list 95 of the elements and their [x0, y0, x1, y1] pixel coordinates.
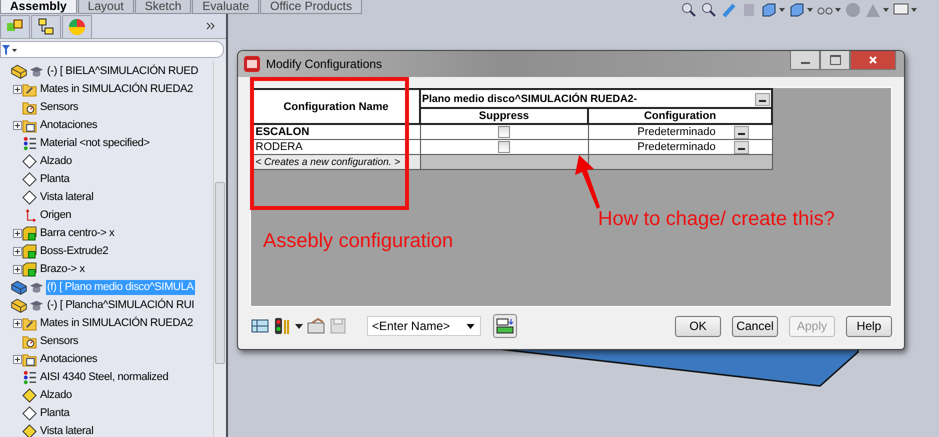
suppress-checkbox[interactable]	[498, 141, 510, 154]
tree-item[interactable]: Anotaciones	[39, 118, 98, 132]
tree-item[interactable]: Mates in SIMULACIÓN RUEDA2	[39, 82, 194, 96]
tree-item[interactable]: (-) [ BIELA^SIMULACIÓN RUED	[46, 64, 200, 78]
plane-icon	[22, 190, 37, 204]
scrollbar[interactable]	[213, 62, 226, 437]
plane-icon	[22, 424, 37, 437]
expand-icon[interactable]	[12, 228, 22, 238]
close-icon	[868, 55, 878, 65]
tree-item[interactable]: Barra centro-> x	[39, 226, 116, 240]
configuration-dropdown[interactable]: Predeterminado	[588, 124, 772, 140]
plane-icon	[22, 406, 37, 420]
tree-item[interactable]: Material <not specified>	[39, 136, 151, 150]
caret-icon[interactable]	[295, 324, 303, 328]
table-icon[interactable]	[251, 317, 269, 335]
expand-icon[interactable]	[12, 246, 22, 256]
suppress-checkbox[interactable]	[498, 126, 510, 138]
feature-icon	[22, 244, 37, 258]
column-header: Suppress	[420, 108, 588, 124]
tree-item[interactable]: Alzado	[39, 388, 73, 402]
tree-item[interactable]: Sensors	[39, 334, 80, 348]
tree-item[interactable]: Brazo-> x	[39, 262, 86, 276]
column-header: Configuration	[588, 108, 772, 124]
filter-field[interactable]	[0, 41, 224, 58]
folder-icon	[22, 82, 37, 96]
folder-icon	[22, 334, 37, 348]
material-icon	[22, 136, 37, 150]
traffic-light-icon[interactable]	[273, 317, 291, 335]
dialog-button[interactable]: Help	[846, 316, 892, 336]
configuration-name[interactable]: ESCALON	[252, 124, 420, 140]
column-header: Configuration Name	[252, 89, 420, 124]
expand-icon[interactable]	[12, 264, 22, 274]
tree-item[interactable]: Origen	[39, 208, 72, 222]
cube-icon[interactable]	[761, 2, 777, 18]
tree-item[interactable]: Planta	[39, 406, 70, 420]
close-button[interactable]	[850, 51, 896, 70]
app-icon	[244, 56, 260, 72]
folder-icon	[22, 100, 37, 114]
feature-icon	[22, 226, 37, 240]
plane-icon	[22, 154, 37, 168]
zoom-icon[interactable]	[701, 2, 717, 18]
plane-icon	[22, 172, 37, 186]
command-tab[interactable]: Assembly	[0, 0, 77, 14]
feature-icon	[22, 262, 37, 276]
dialog-button[interactable]: Cancel	[732, 316, 778, 336]
table-button[interactable]	[493, 314, 517, 338]
tree-item[interactable]: Vista lateral	[39, 424, 94, 437]
material-icon	[22, 370, 37, 384]
tree-item[interactable]: Alzado	[39, 154, 73, 168]
part-icon	[10, 63, 28, 79]
folder-icon	[22, 316, 37, 330]
tree-item[interactable]: Vista lateral	[39, 190, 94, 204]
name-combo[interactable]: <Enter Name>	[367, 316, 481, 336]
annotation-text: Assebly configuration	[263, 230, 454, 253]
part-icon	[10, 297, 28, 313]
command-tab[interactable]: Evaluate	[192, 0, 260, 14]
annotation-text: How to chage/ create this?	[598, 208, 835, 231]
tree-item[interactable]: (-) [ Plancha^SIMULACIÓN RUI	[46, 298, 196, 312]
cube-icon[interactable]	[789, 2, 805, 18]
maximize-button[interactable]	[820, 51, 850, 70]
filter-icon	[2, 44, 18, 56]
hierarchy-icon[interactable]	[31, 15, 61, 38]
tree-item[interactable]: Sensors	[39, 100, 80, 114]
tree-item[interactable]: Anotaciones	[39, 352, 98, 366]
tree-item[interactable]: Planta	[39, 172, 70, 186]
caret-icon[interactable]	[883, 8, 889, 12]
part-icon	[10, 279, 28, 295]
dialog-button[interactable]: OK	[675, 316, 721, 336]
assembly-icon[interactable]	[0, 15, 30, 38]
tree-item[interactable]: Mates in SIMULACIÓN RUEDA2	[39, 316, 194, 330]
caret-icon[interactable]	[466, 324, 475, 329]
caret-icon[interactable]	[779, 8, 785, 12]
expand-icon[interactable]	[12, 354, 22, 364]
folder-icon[interactable]	[307, 317, 325, 335]
expand-icon[interactable]	[12, 84, 22, 94]
zoom-icon[interactable]	[681, 2, 697, 18]
command-tab[interactable]: Layout	[78, 0, 134, 14]
tree-item[interactable]: Boss-Extrude2	[39, 244, 110, 258]
plane-icon	[22, 388, 37, 402]
folder-icon	[22, 118, 37, 132]
folder-icon	[22, 352, 37, 366]
expand-icon[interactable]	[12, 120, 22, 130]
caret-icon[interactable]	[807, 8, 813, 12]
caret-icon[interactable]	[835, 8, 841, 12]
expand-icon[interactable]	[12, 318, 22, 328]
column-header: Plano medio disco^SIMULACIÓN RUEDA2-	[422, 92, 637, 107]
chevron-icon[interactable]	[206, 22, 216, 30]
dropdown-button[interactable]	[755, 93, 770, 106]
tree-item[interactable]: AISI 4340 Steel, normalized	[39, 370, 170, 384]
window-title: Modify Configurations	[266, 57, 382, 71]
command-tab[interactable]: Sketch	[134, 0, 192, 14]
caret-icon[interactable]	[911, 8, 917, 12]
command-tab[interactable]: Office Products	[260, 0, 362, 14]
minimize-button[interactable]	[790, 51, 820, 70]
new-configuration-row[interactable]: < Creates a new configuration. >	[252, 154, 420, 170]
